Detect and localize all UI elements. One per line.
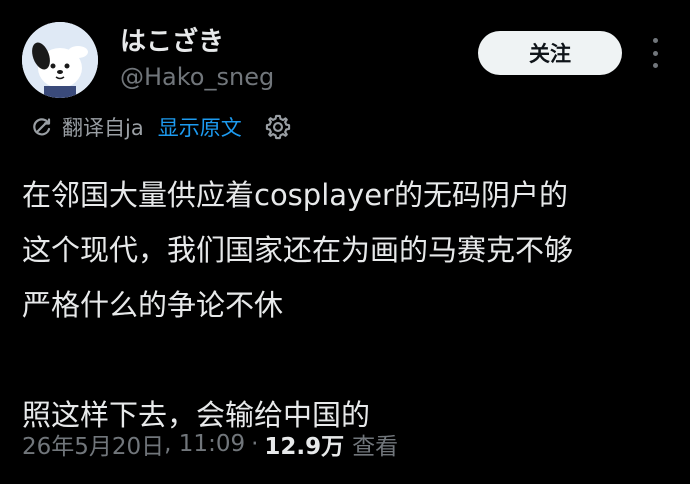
tweet-meta: 26年5月20日 , 11:09 · 12.9万 查看 [22, 424, 398, 464]
display-name[interactable]: はこざき [120, 26, 224, 58]
show-original-link[interactable]: 显示原文 [158, 112, 242, 142]
pochacco-avatar-icon [22, 22, 98, 98]
tweet-line: 严格什么的争论不休 [22, 288, 284, 322]
user-handle[interactable]: @Hako_sneg [120, 62, 274, 92]
views-label: 查看 [352, 434, 399, 460]
more-options-button[interactable] [645, 38, 665, 68]
avatar[interactable] [22, 22, 98, 98]
tweet-line: 这个现代，我们国家还在为画的马赛克不够 [22, 233, 574, 267]
translation-bar: 翻译自ja 显示原文 [30, 110, 292, 144]
meta-comma: , [164, 431, 179, 457]
translate-icon [33, 118, 51, 136]
tweet-date[interactable]: 26年5月20日 [22, 427, 164, 461]
gear-icon[interactable] [264, 113, 292, 141]
tweet-text: 在邻国大量供应着cosplayer的无码阴户的 这个现代，我们国家还在为画的马赛… [22, 168, 672, 443]
follow-button[interactable]: 关注 [478, 31, 622, 75]
more-dots-icon [652, 38, 658, 43]
tweet-line: 在邻国大量供应着cosplayer的无码阴户的 [22, 178, 568, 212]
translated-from-label: 翻译自ja [62, 116, 144, 140]
meta-separator: · [251, 431, 259, 457]
more-dots-icon [652, 63, 658, 68]
more-dots-icon [652, 50, 658, 56]
views-count: 12.9万 [264, 434, 345, 460]
tweet-time[interactable]: 11:09 [179, 431, 245, 457]
